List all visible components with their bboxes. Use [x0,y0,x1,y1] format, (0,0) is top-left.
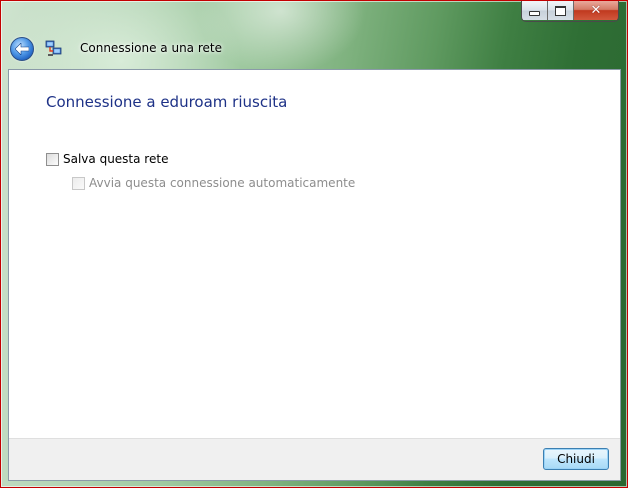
auto-connect-option: Avvia questa connessione automaticamente [72,176,355,190]
back-arrow-icon [15,43,29,55]
close-icon: ✕ [590,3,602,18]
window-title: Connessione a una rete [80,41,222,55]
dialog-footer: Chiudi [9,438,620,480]
save-network-label[interactable]: Salva questa rete [63,152,168,166]
dialog-window: ✕ Connessione a una rete Connessione a e… [0,0,628,488]
caption-buttons: ✕ [521,1,619,22]
maximize-button[interactable] [548,1,574,20]
close-button[interactable]: Chiudi [543,448,609,470]
close-window-button[interactable]: ✕ [574,1,618,20]
auto-connect-label: Avvia questa connessione automaticamente [89,176,356,190]
back-button[interactable] [10,37,34,61]
page-heading: Connessione a eduroam riuscita [46,93,288,111]
network-icon [45,40,62,56]
auto-connect-checkbox [72,176,85,190]
save-network-option[interactable]: Salva questa rete [46,152,168,166]
maximize-icon [555,5,566,16]
content-panel: Connessione a eduroam riuscita Salva que… [8,69,621,481]
minimize-button[interactable] [522,1,548,20]
save-network-checkbox[interactable] [46,152,59,166]
minimize-icon [529,11,540,16]
